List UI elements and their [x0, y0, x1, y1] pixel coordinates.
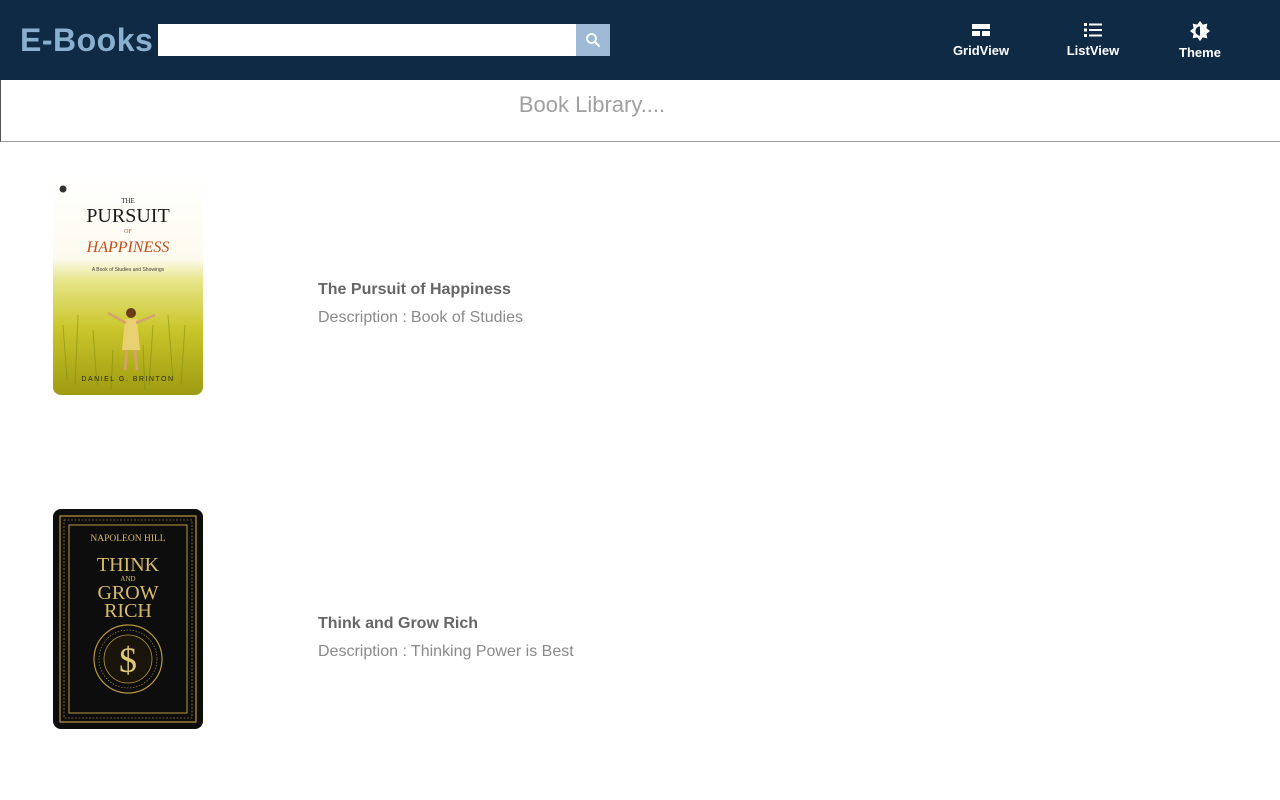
search-button[interactable]	[576, 24, 610, 56]
book-description: Description : Thinking Power is Best	[318, 642, 574, 662]
book-cover[interactable]: NAPOLEON HILL THINK AND GROW RICH $	[53, 509, 203, 729]
description-label: Description :	[318, 309, 407, 326]
svg-text:A Book of Studies and Showings: A Book of Studies and Showings	[92, 267, 165, 273]
listview-label: ListView	[1066, 43, 1120, 58]
book-description: Description : Book of Studies	[318, 308, 523, 328]
description-text: Thinking Power is Best	[410, 643, 574, 660]
book-info: The Pursuit of Happiness Description : Bo…	[318, 280, 523, 328]
svg-text:THINK: THINK	[97, 554, 160, 576]
book-title[interactable]: Think and Grow Rich	[318, 614, 574, 634]
book-list-item[interactable]: THE PURSUIT OF HAPPINESS A Book of Studi…	[0, 175, 1280, 395]
book-cover-art: THE PURSUIT OF HAPPINESS A Book of Studi…	[53, 175, 203, 395]
svg-text:$: $	[119, 640, 137, 680]
top-navbar: E-Books GridView ListView Theme	[0, 0, 1280, 80]
theme-label: Theme	[1179, 45, 1221, 60]
grid-view-icon	[972, 24, 990, 36]
book-list-item[interactable]: NAPOLEON HILL THINK AND GROW RICH $ Thin…	[0, 509, 1280, 729]
brightness-icon	[1189, 20, 1211, 42]
svg-text:NAPOLEON HILL: NAPOLEON HILL	[90, 534, 165, 544]
svg-text:OF: OF	[124, 229, 132, 235]
page-title: Book Library....	[518, 92, 666, 117]
library-header: Book Library....	[0, 80, 1280, 142]
gridview-button[interactable]: GridView	[952, 20, 1010, 64]
book-cover-art: NAPOLEON HILL THINK AND GROW RICH $	[53, 509, 203, 729]
theme-button[interactable]: Theme	[1174, 20, 1226, 64]
svg-text:RICH: RICH	[104, 600, 152, 622]
book-title[interactable]: The Pursuit of Happiness	[318, 280, 523, 300]
book-cover[interactable]: THE PURSUIT OF HAPPINESS A Book of Studi…	[53, 175, 203, 395]
search-input[interactable]	[158, 24, 576, 56]
svg-text:THE: THE	[121, 197, 135, 205]
brand-logo[interactable]: E-Books	[20, 20, 153, 60]
book-info: Think and Grow Rich Description : Thinkin…	[318, 614, 574, 662]
svg-text:PURSUIT: PURSUIT	[86, 205, 169, 227]
svg-text:HAPPINESS: HAPPINESS	[86, 239, 170, 256]
description-label: Description :	[318, 643, 407, 660]
svg-text:DANIEL G. BRINTON: DANIEL G. BRINTON	[81, 376, 174, 383]
description-text: Book of Studies	[410, 309, 523, 326]
list-view-icon	[1084, 23, 1102, 37]
gridview-label: GridView	[952, 43, 1010, 58]
listview-button[interactable]: ListView	[1064, 20, 1122, 64]
search-icon	[586, 33, 600, 47]
